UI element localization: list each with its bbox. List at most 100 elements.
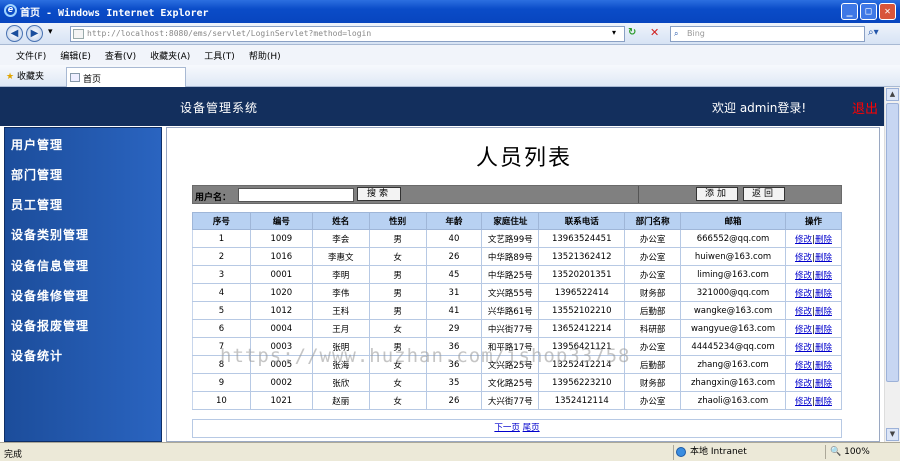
edit-link[interactable]: 修改 [795, 361, 812, 371]
table-row: 2 1016 李惠文女 26 中华路89号 13521362412 办公室 huiwen@16… [192, 247, 842, 266]
edit-link[interactable]: 修改 [795, 253, 812, 263]
edit-link[interactable]: 修改 [795, 289, 812, 299]
table-row: 6 0004 王月女 29 中兴街77号 13652412214 科研部 wangyue@16… [192, 319, 842, 338]
table-cell: 0002 [249, 373, 313, 392]
menu-edit[interactable]: 编辑(E) [60, 49, 91, 62]
sidebar-item-device-categories[interactable]: 设备类别管理 [11, 226, 89, 243]
bing-icon: ⌕ [674, 29, 679, 38]
search-button-icon[interactable]: ⌕▾ [868, 27, 879, 38]
table-cell: 男 [368, 229, 427, 248]
edit-link[interactable]: 修改 [795, 397, 812, 407]
edit-link[interactable]: 修改 [795, 379, 812, 389]
delete-link[interactable]: 删除 [815, 235, 832, 245]
table-cell: 王月 [311, 319, 370, 338]
next-page-link[interactable]: 下一页 [494, 423, 520, 433]
last-page-link[interactable]: 尾页 [523, 423, 540, 433]
table-cell: 2 [192, 247, 251, 266]
star-icon: ★ [6, 72, 15, 82]
scroll-down-icon[interactable]: ▼ [886, 428, 899, 441]
tab-home[interactable]: 首页 [66, 67, 186, 87]
edit-link[interactable]: 修改 [795, 271, 812, 281]
edit-link[interactable]: 修改 [795, 235, 812, 245]
username-search-input[interactable] [238, 188, 354, 202]
table-cell: 科研部 [624, 319, 682, 338]
stop-icon[interactable]: ✕ [650, 26, 659, 39]
back-button[interactable]: 返回 [743, 187, 785, 201]
sidebar-item-device-repair[interactable]: 设备维修管理 [11, 287, 89, 304]
table-cell: 李明 [311, 265, 370, 284]
back-icon[interactable]: ◀ [6, 25, 23, 42]
search-toolbar: 用户名： 搜索 添加 返回 [192, 185, 842, 204]
scroll-thumb[interactable] [886, 103, 899, 382]
table-cell: 中华路89号 [481, 247, 540, 266]
col-header: 年龄 [425, 212, 483, 230]
page-title: 人员列表 [475, 146, 572, 171]
forward-icon[interactable]: ▶ [26, 25, 43, 42]
table-cell: 1352412114 [538, 391, 626, 410]
delete-link[interactable]: 删除 [815, 379, 832, 389]
delete-link[interactable]: 删除 [815, 289, 832, 299]
table-cell: 13956223210 [538, 373, 626, 392]
table-cell: zhang@163.com [680, 355, 787, 374]
delete-link[interactable]: 删除 [815, 361, 832, 371]
zoom-control[interactable]: 🔍 100% [825, 445, 870, 459]
sidebar-item-device-scrap[interactable]: 设备报废管理 [11, 317, 89, 334]
menu-view[interactable]: 查看(V) [105, 49, 136, 62]
table-cell: liming@163.com [680, 265, 787, 284]
table-cell: 中兴街77号 [481, 319, 540, 338]
search-button[interactable]: 搜索 [357, 187, 401, 201]
table-cell: 13520201351 [538, 265, 626, 284]
close-button[interactable]: ✕ [879, 3, 896, 20]
sidebar-item-device-info[interactable]: 设备信息管理 [11, 257, 89, 274]
row-actions: 修改|删除 [785, 355, 842, 374]
history-dropdown-icon[interactable]: ▾ [48, 27, 53, 37]
table-cell: 1396522414 [538, 283, 626, 302]
col-header: 编号 [249, 212, 313, 230]
table-cell: wangyue@163.com [680, 319, 787, 338]
page-icon [73, 29, 84, 39]
menu-help[interactable]: 帮助(H) [249, 49, 281, 62]
edit-link[interactable]: 修改 [795, 325, 812, 335]
add-button[interactable]: 添加 [696, 187, 738, 201]
table-cell: 666552@qq.com [680, 229, 787, 248]
edit-link[interactable]: 修改 [795, 343, 812, 353]
table-cell: 大兴街77号 [481, 391, 540, 410]
menu-tools[interactable]: 工具(T) [204, 49, 235, 62]
menu-file[interactable]: 文件(F) [16, 49, 46, 62]
sidebar-item-users[interactable]: 用户管理 [11, 136, 63, 153]
table-cell: 1021 [249, 391, 313, 410]
table-cell: 财务部 [624, 283, 682, 302]
maximize-button[interactable]: □ [860, 3, 877, 20]
edit-link[interactable]: 修改 [795, 307, 812, 317]
table-row: 4 1020 李伟男 31 文兴路55号 1396522414 财务部 321000@qq.c… [192, 283, 842, 302]
delete-link[interactable]: 删除 [815, 325, 832, 335]
refresh-icon[interactable]: ↻ [628, 27, 636, 38]
sidebar-item-device-stats[interactable]: 设备统计 [11, 347, 63, 364]
address-dropdown-icon[interactable]: ▾ [612, 28, 616, 37]
sidebar: 用户管理 部门管理 员工管理 设备类别管理 设备信息管理 设备维修管理 设备报废… [4, 127, 162, 442]
address-bar[interactable]: http://localhost:8080/ems/servlet/LoginS… [70, 26, 625, 42]
table-cell: 13521362412 [538, 247, 626, 266]
page-icon [70, 73, 80, 82]
delete-link[interactable]: 删除 [815, 271, 832, 281]
delete-link[interactable]: 删除 [815, 397, 832, 407]
favorites-label: 收藏夹 [16, 72, 44, 82]
search-input[interactable]: ⌕ Bing [670, 26, 865, 42]
table-cell: zhaoli@163.com [680, 391, 787, 410]
delete-link[interactable]: 删除 [815, 253, 832, 263]
row-actions: 修改|删除 [785, 247, 842, 266]
scroll-up-icon[interactable]: ▲ [886, 88, 899, 101]
minimize-button[interactable]: _ [841, 3, 858, 20]
logout-link[interactable]: 退出 [852, 98, 878, 117]
delete-link[interactable]: 删除 [815, 307, 832, 317]
table-cell: 45 [425, 265, 483, 284]
delete-link[interactable]: 删除 [815, 343, 832, 353]
sidebar-item-departments[interactable]: 部门管理 [11, 166, 63, 183]
table-cell: 李惠文 [311, 247, 370, 266]
favorites-button[interactable]: ★ 收藏夹 [6, 69, 44, 82]
menu-favorites[interactable]: 收藏夹(A) [150, 49, 190, 62]
vertical-scrollbar[interactable]: ▲ ▼ [884, 87, 900, 442]
sidebar-item-employees[interactable]: 员工管理 [11, 196, 63, 213]
table-cell: 办公室 [624, 391, 682, 410]
row-actions: 修改|删除 [785, 301, 842, 320]
